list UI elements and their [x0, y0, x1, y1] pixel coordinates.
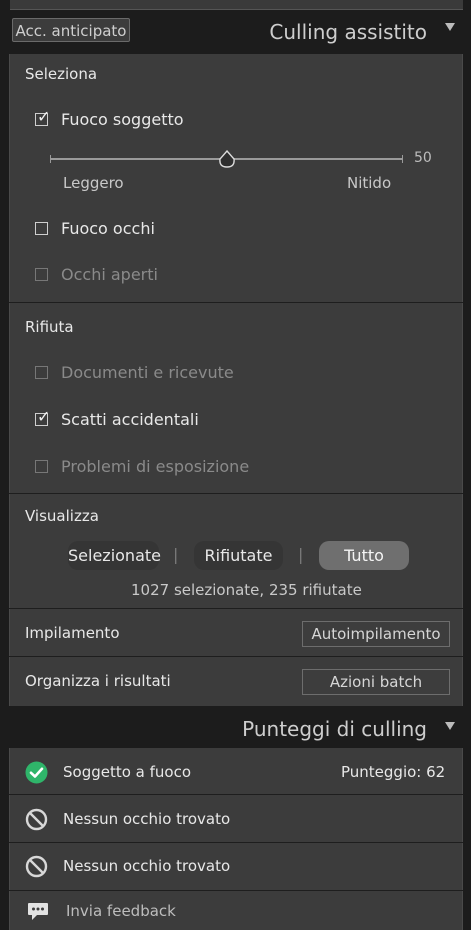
select-heading: Seleziona: [25, 65, 98, 83]
early-access-badge[interactable]: Acc. anticipato: [12, 18, 130, 42]
stacking-label: Impilamento: [25, 624, 120, 642]
slider-thumb[interactable]: [218, 150, 236, 170]
send-feedback-link[interactable]: Invia feedback: [66, 902, 176, 920]
scores-panel-title: Punteggi di culling: [242, 717, 427, 741]
speech-bubble-icon: [28, 903, 48, 920]
slider-tick: [402, 155, 403, 163]
eyes-open-label[interactable]: Occhi aperti: [61, 265, 158, 284]
check-circle-icon: [25, 761, 48, 784]
subject-focus-label[interactable]: Fuoco soggetto: [61, 110, 184, 129]
toggle-separator: |: [298, 545, 304, 564]
exposure-problems-label[interactable]: Problemi di esposizione: [61, 457, 249, 476]
view-toggle-all[interactable]: Tutto: [319, 541, 409, 570]
prohibited-icon: [25, 808, 48, 831]
eye-focus-checkbox[interactable]: [35, 222, 48, 235]
slider-max-label: Nitido: [347, 174, 392, 192]
batch-actions-button[interactable]: Azioni batch: [302, 669, 450, 695]
eye-focus-label[interactable]: Fuoco occhi: [61, 219, 155, 238]
eyes-open-checkbox[interactable]: [35, 268, 48, 281]
score-row-label: Soggetto a fuoco: [63, 763, 192, 781]
panel-title: Culling assistito: [269, 20, 427, 44]
check-icon: ✓: [37, 107, 51, 126]
collapse-triangle-icon[interactable]: [445, 23, 455, 31]
top-strip: [0, 0, 471, 12]
toggle-separator: |: [173, 545, 179, 564]
auto-stack-button[interactable]: Autoimpilamento: [302, 621, 450, 647]
accidental-shots-label[interactable]: Scatti accidentali: [61, 410, 199, 429]
view-toggle-selected[interactable]: Selezionate: [68, 541, 161, 570]
score-row-label: Nessun occhio trovato: [63, 857, 231, 875]
slider-value: 50: [414, 150, 432, 166]
slider-tick: [50, 155, 51, 163]
score-row-label: Nessun occhio trovato: [63, 810, 231, 828]
documents-label[interactable]: Documenti e ricevute: [61, 363, 234, 382]
view-heading: Visualizza: [25, 507, 99, 525]
selection-summary: 1027 selezionate, 235 rifiutate: [131, 581, 362, 599]
documents-checkbox[interactable]: [35, 366, 48, 379]
scores-panel-header[interactable]: Punteggi di culling: [0, 706, 471, 748]
prohibited-icon: [25, 855, 48, 878]
accidental-shots-checkbox[interactable]: ✓: [35, 409, 50, 426]
exposure-problems-checkbox[interactable]: [35, 460, 48, 473]
culling-panel-header[interactable]: Acc. anticipato Culling assistito: [0, 12, 471, 54]
slider-min-label: Leggero: [63, 174, 124, 192]
organize-label: Organizza i risultati: [25, 672, 171, 690]
score-value: Punteggio: 62: [341, 763, 446, 781]
previous-panel-edge: [10, 0, 463, 10]
subject-focus-checkbox[interactable]: ✓: [35, 109, 50, 126]
collapse-triangle-icon[interactable]: [445, 722, 455, 730]
reject-heading: Rifiuta: [25, 318, 74, 336]
view-toggle-rejected[interactable]: Rifiutate: [194, 541, 283, 570]
check-icon: ✓: [37, 407, 51, 426]
